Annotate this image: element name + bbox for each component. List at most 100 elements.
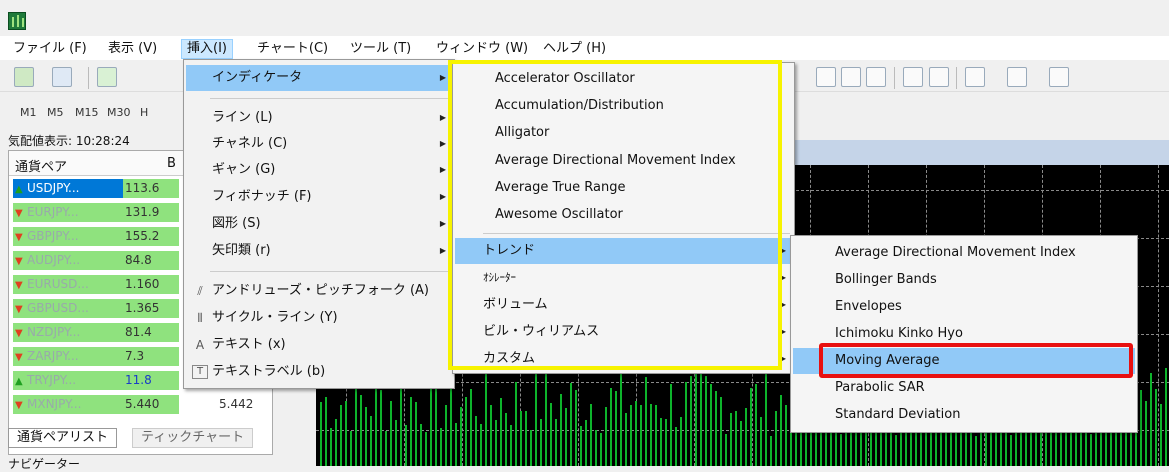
autoscroll-icon[interactable] bbox=[929, 67, 949, 87]
menu-item-shapes[interactable]: 図形 (S) ▶ bbox=[186, 211, 452, 237]
chart-candle bbox=[770, 436, 772, 466]
chart-shift-icon[interactable] bbox=[903, 67, 923, 87]
timeframe-h1[interactable]: H bbox=[140, 106, 148, 119]
chart-candle bbox=[975, 436, 977, 466]
chart-candle bbox=[740, 421, 742, 466]
menu-item-envelopes[interactable]: Envelopes bbox=[793, 294, 1135, 320]
column-bid[interactable]: B bbox=[167, 156, 176, 171]
symbol-text: TRYJPY... bbox=[27, 373, 77, 387]
menu-item-trend-adx[interactable]: Average Directional Movement Index bbox=[793, 240, 1135, 266]
menu-item-cycle-lines[interactable]: ⫴ サイクル・ライン (Y) bbox=[186, 305, 452, 331]
toolbar-separator bbox=[956, 67, 957, 89]
market-watch-icon[interactable] bbox=[97, 67, 117, 87]
menu-item-indicators[interactable]: インディケータ ▶ bbox=[186, 65, 452, 91]
new-chart-icon[interactable] bbox=[14, 67, 34, 87]
chart-candle bbox=[330, 428, 332, 466]
column-symbol[interactable]: 通貨ペア bbox=[15, 156, 67, 175]
market-watch-row[interactable]: ▼ ZARJPY... 7.3 bbox=[9, 346, 201, 367]
menu-item-text[interactable]: A テキスト (x) bbox=[186, 332, 452, 358]
chart-candle bbox=[1090, 434, 1092, 466]
timeframe-m1[interactable]: M1 bbox=[20, 106, 37, 119]
chart-candle bbox=[735, 411, 737, 466]
chart-candle bbox=[370, 416, 372, 466]
chart-candle bbox=[775, 411, 777, 466]
chart-candle bbox=[600, 433, 602, 466]
chart-candle bbox=[390, 401, 392, 466]
menu-insert[interactable]: 挿入(I) bbox=[181, 39, 233, 59]
indicators-callout-box bbox=[448, 60, 782, 370]
submenu-arrow-icon: ▶ bbox=[439, 219, 446, 228]
chart-candle bbox=[675, 427, 677, 466]
chart-candle bbox=[550, 403, 552, 466]
tab-tick-chart[interactable]: ティックチャート bbox=[132, 428, 254, 448]
market-watch-row[interactable]: ▼ EURUSD... 1.160 bbox=[9, 274, 201, 295]
chart-candle bbox=[455, 423, 457, 466]
symbol-cell: ▼ ZARJPY... bbox=[13, 347, 123, 366]
menu-window[interactable]: ウィンドウ (W) bbox=[431, 39, 533, 59]
menu-item-channels[interactable]: チャネル (C) ▶ bbox=[186, 131, 452, 157]
menu-item-fibonacci[interactable]: フィボナッチ (F) ▶ bbox=[186, 184, 452, 210]
market-watch-row[interactable]: ▼ GBPJPY... 155.2 bbox=[9, 226, 201, 247]
chart-candle bbox=[630, 405, 632, 466]
timeframe-m5[interactable]: M5 bbox=[47, 106, 64, 119]
menu-item-bollinger-bands[interactable]: Bollinger Bands bbox=[793, 267, 1135, 293]
pitchfork-icon: ⫽ bbox=[197, 284, 203, 298]
chart-candle bbox=[1150, 373, 1152, 466]
chart-candle bbox=[405, 425, 407, 466]
zoom-out-icon[interactable] bbox=[816, 67, 836, 87]
chart-candle bbox=[395, 420, 397, 466]
submenu-arrow-icon: ▶ bbox=[439, 113, 446, 122]
timeframe-m15[interactable]: M15 bbox=[75, 106, 99, 119]
chart-candle bbox=[890, 430, 892, 466]
tab-symbols[interactable]: 通貨ペアリスト bbox=[8, 428, 118, 448]
menu-tools[interactable]: ツール (T) bbox=[345, 39, 416, 59]
periods-icon[interactable] bbox=[1007, 67, 1027, 87]
market-watch-row[interactable]: ▼ MXNJPY... 5.440 5.442 bbox=[9, 394, 253, 415]
menu-chart[interactable]: チャート(C) bbox=[252, 39, 333, 59]
tile-windows-icon[interactable] bbox=[866, 67, 886, 87]
toolbar-separator bbox=[894, 67, 895, 89]
menu-item-arrows[interactable]: 矢印類 (r) ▶ bbox=[186, 238, 452, 264]
chart-candle bbox=[575, 390, 577, 466]
market-watch-row[interactable]: ▼ GBPUSD... 1.365 bbox=[9, 298, 201, 319]
menu-view[interactable]: 表示 (V) bbox=[103, 39, 162, 59]
market-watch-row[interactable]: ▼ NZDJPY... 81.4 bbox=[9, 322, 201, 343]
menu-item-text-label[interactable]: T テキストラベル (b) bbox=[186, 359, 452, 385]
market-watch-row[interactable]: ▲ USDJPY... 113.6 bbox=[9, 178, 201, 199]
chart-candle bbox=[580, 426, 582, 466]
chart-candle bbox=[380, 390, 382, 466]
menu-item-parabolic-sar[interactable]: Parabolic SAR bbox=[793, 375, 1135, 401]
chart-gridline bbox=[1158, 165, 1159, 466]
chart-candle bbox=[1140, 390, 1142, 466]
navigator-title: ナビゲーター bbox=[8, 457, 81, 471]
templates-icon[interactable] bbox=[1049, 67, 1069, 87]
zoom-in-icon[interactable] bbox=[841, 67, 861, 87]
timeframe-m30[interactable]: M30 bbox=[107, 106, 131, 119]
market-watch-row[interactable]: ▼ AUDJPY... 84.8 bbox=[9, 250, 201, 271]
chart-candle bbox=[1145, 401, 1147, 466]
arrow-down-icon: ▼ bbox=[15, 328, 23, 339]
menu-help[interactable]: ヘルプ (H) bbox=[538, 39, 611, 59]
menu-item-standard-deviation[interactable]: Standard Deviation bbox=[793, 402, 1135, 428]
market-watch-row[interactable]: ▼ EURJPY... 131.9 bbox=[9, 202, 201, 223]
symbol-cell: ▼ GBPUSD... bbox=[13, 299, 123, 318]
chart-candle bbox=[510, 425, 512, 466]
indicators-icon[interactable] bbox=[965, 67, 985, 87]
chart-candle bbox=[785, 405, 787, 466]
menu-item-lines[interactable]: ライン (L) ▶ bbox=[186, 105, 452, 131]
chart-candle bbox=[360, 395, 362, 466]
menu-item-gann[interactable]: ギャン (G) ▶ bbox=[186, 157, 452, 183]
profiles-icon[interactable] bbox=[52, 67, 72, 87]
arrow-down-icon: ▼ bbox=[15, 400, 23, 411]
arrow-down-icon: ▼ bbox=[15, 352, 23, 363]
symbol-text: NZDJPY... bbox=[27, 325, 81, 339]
symbol-cell: ▼ NZDJPY... bbox=[13, 323, 123, 342]
chart-candle bbox=[710, 384, 712, 466]
chart-candle bbox=[715, 391, 717, 466]
chart-candle bbox=[1070, 430, 1072, 466]
chart-candle bbox=[520, 411, 522, 466]
chart-candle bbox=[685, 382, 687, 466]
market-watch-row[interactable]: ▲ TRYJPY... 11.8 bbox=[9, 370, 201, 391]
menu-file[interactable]: ファイル (F) bbox=[8, 39, 92, 59]
menu-item-pitchfork[interactable]: ⫽ アンドリューズ・ピッチフォーク (A) bbox=[186, 278, 452, 304]
